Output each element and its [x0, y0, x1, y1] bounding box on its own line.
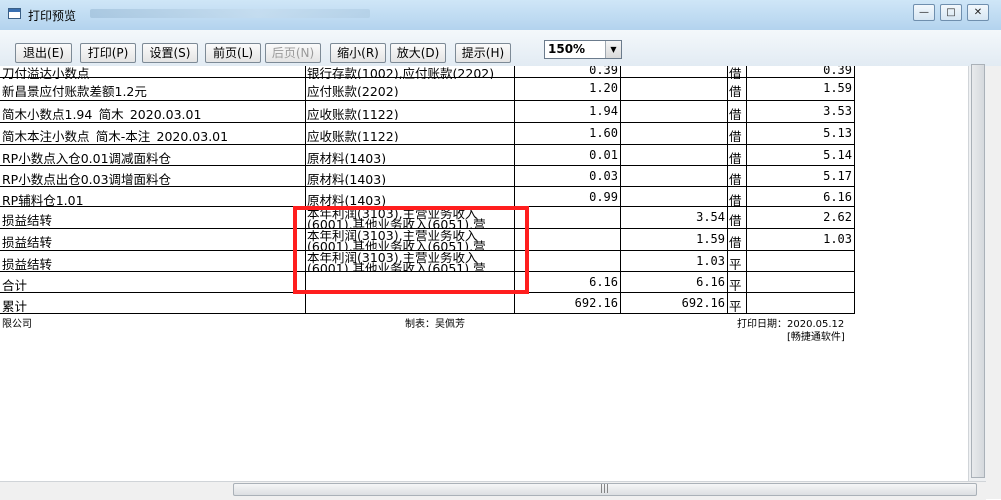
footer-company: 限公司	[2, 319, 32, 330]
cell-direction: 借	[729, 172, 742, 185]
zoom-value: 150%	[548, 42, 586, 56]
cell-direction: 借	[729, 84, 742, 97]
cell-balance	[748, 254, 852, 270]
next-page-button[interactable]: 后页(N)	[265, 43, 321, 63]
cell-summary: RP小数点入仓0.01调减面料仓	[2, 151, 172, 164]
cell-summary: RP小数点出仓0.03调增面料仓	[2, 172, 172, 185]
cell-summary: 简木小数点1.94_简木_2020.03.01	[2, 107, 202, 120]
hint-button[interactable]: 提示(H)	[455, 43, 511, 63]
cell-summary: 简木本注小数点_简木-本注_2020.03.01	[2, 129, 229, 142]
toolbar: 退出(E) 打印(P) 设置(S) 前页(L) 后页(N) 缩小(R) 放大(D…	[0, 30, 1001, 67]
exit-button[interactable]: 退出(E)	[15, 43, 72, 63]
cell-balance: 5.14	[823, 148, 852, 162]
cell-credit	[622, 66, 725, 79]
cell-credit: 3.54	[696, 210, 725, 224]
cell-balance: 6.16	[823, 190, 852, 204]
cell-direction: 借	[729, 235, 742, 248]
cell-direction: 平	[729, 299, 742, 312]
cell-debit	[516, 210, 618, 226]
cell-credit	[622, 169, 725, 185]
cell-balance: 1.59	[823, 81, 852, 95]
cell-debit: 0.39	[589, 66, 618, 77]
cell-balance	[748, 275, 852, 291]
cell-summary: 合计	[2, 278, 28, 291]
cell-debit: 0.99	[589, 190, 618, 204]
cell-direction: 借	[729, 193, 742, 206]
cell-account: 应收账款(1122)	[307, 107, 399, 120]
cell-credit: 1.03	[696, 254, 725, 268]
cell-credit	[622, 148, 725, 164]
blurred-title-area	[90, 9, 370, 18]
vertical-scrollbar-thumb[interactable]	[971, 64, 985, 478]
cell-summary: 刀付溢达小数点	[2, 66, 90, 79]
window-title: 打印预览	[28, 9, 77, 23]
prev-page-button[interactable]: 前页(L)	[205, 43, 261, 63]
cell-account: 银行存款(1002),应付账款(2202)	[307, 66, 495, 79]
cell-balance: 3.53	[823, 104, 852, 118]
cell-credit	[622, 104, 725, 120]
print-button[interactable]: 打印(P)	[80, 43, 136, 63]
cell-direction: 借	[729, 151, 742, 164]
settings-button[interactable]: 设置(S)	[142, 43, 198, 63]
cell-direction: 借	[729, 66, 742, 79]
cell-summary: RP辅料仓1.01	[2, 193, 84, 206]
cell-account: 原材料(1403)	[307, 172, 387, 185]
cell-balance: 0.39	[823, 66, 852, 77]
chevron-down-icon[interactable]: ▼	[605, 41, 621, 58]
cell-balance: 5.17	[823, 169, 852, 183]
cell-balance: 1.03	[823, 232, 852, 246]
cell-account: 应收账款(1122)	[307, 129, 399, 142]
cell-direction: 借	[729, 129, 742, 142]
window-border	[986, 66, 1001, 499]
close-button[interactable]: ✕	[967, 4, 989, 21]
cell-direction: 借	[729, 213, 742, 226]
cell-credit: 692.16	[681, 296, 725, 310]
cell-direction: 平	[729, 278, 742, 291]
cell-account	[307, 296, 513, 312]
zoom-select[interactable]: 150% ▼	[544, 40, 622, 59]
cell-debit: 1.94	[589, 104, 618, 118]
cell-credit: 1.59	[696, 232, 725, 246]
scrollbar-grip-icon: |||	[600, 484, 610, 494]
cell-credit	[622, 81, 725, 97]
cell-debit: 692.16	[574, 296, 618, 310]
cell-account: 原材料(1403)	[307, 151, 387, 164]
footer-software: [畅捷通软件]	[787, 332, 845, 343]
cell-debit: 6.16	[589, 275, 618, 289]
cell-summary: 损益结转	[2, 257, 53, 270]
cell-summary: 损益结转	[2, 235, 53, 248]
maximize-button[interactable]: □	[940, 4, 962, 21]
cell-debit	[516, 232, 618, 248]
cell-balance: 2.62	[823, 210, 852, 224]
cell-account: 应付账款(2202)	[307, 84, 399, 97]
cell-credit	[622, 126, 725, 142]
zoom-in-button[interactable]: 放大(D)	[390, 43, 446, 63]
cell-direction: 借	[729, 107, 742, 120]
title-bar[interactable]: 打印预览 — □ ✕	[0, 0, 1001, 31]
cell-direction: 平	[729, 257, 742, 270]
cell-credit	[622, 190, 725, 206]
cell-balance: 5.13	[823, 126, 852, 140]
cell-debit: 0.01	[589, 148, 618, 162]
highlight-box	[293, 206, 529, 294]
footer-maker: 制表：吴佩芳	[405, 319, 465, 330]
cell-balance	[748, 296, 852, 312]
cell-debit: 1.20	[589, 81, 618, 95]
cell-summary: 损益结转	[2, 213, 53, 226]
minimize-button[interactable]: —	[913, 4, 935, 21]
cell-credit: 6.16	[696, 275, 725, 289]
cell-summary: 累计	[2, 299, 28, 312]
zoom-out-button[interactable]: 缩小(R)	[330, 43, 386, 63]
cell-account: 原材料(1403)	[307, 193, 387, 206]
cell-debit: 0.03	[589, 169, 618, 183]
app-window-icon	[8, 8, 21, 19]
cell-debit: 1.60	[589, 126, 618, 140]
cell-debit	[516, 254, 618, 270]
cell-summary: 新昌景应付账款差额1.2元	[2, 84, 147, 97]
